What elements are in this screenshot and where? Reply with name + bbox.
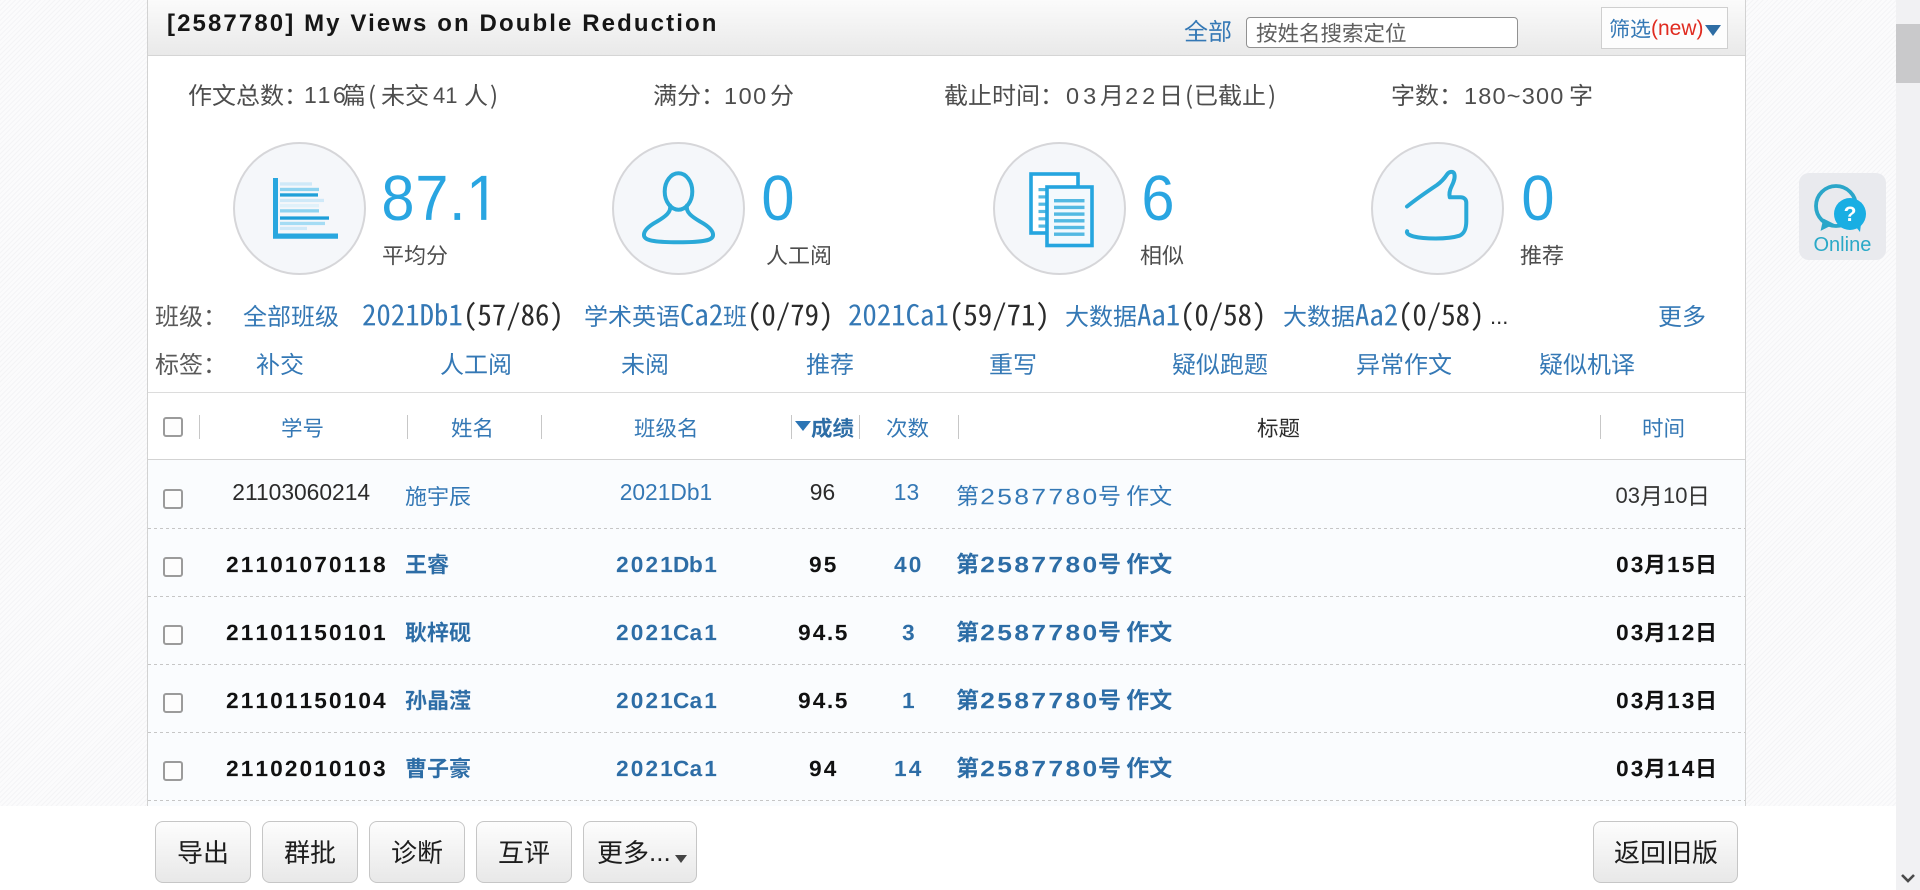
svg-text:?: ?	[1844, 203, 1857, 226]
